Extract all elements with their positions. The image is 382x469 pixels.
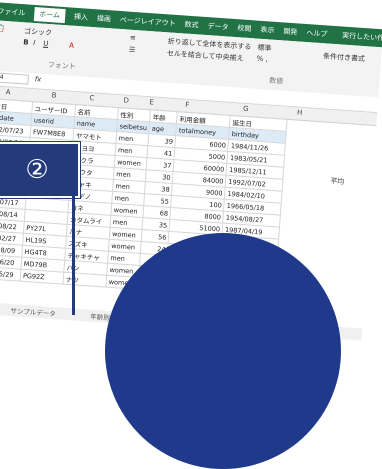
- tab-developer[interactable]: 開発: [283, 26, 298, 37]
- number-format-select[interactable]: 標準: [257, 43, 272, 54]
- column-header[interactable]: G: [243, 105, 249, 113]
- section-font-label: フォント: [47, 61, 76, 71]
- font-name-select[interactable]: ゴシック: [24, 26, 53, 38]
- tab-file[interactable]: ファイル: [0, 6, 26, 18]
- font-color-icon[interactable]: A: [69, 41, 74, 49]
- table-cell[interactable]: 2022/08/09: [0, 241, 23, 258]
- decorative-circle: [105, 233, 341, 469]
- tab-draw[interactable]: 描画: [97, 13, 112, 24]
- callout-line: [72, 194, 75, 315]
- column-header[interactable]: F: [185, 101, 190, 109]
- side-note[interactable]: 平均: [330, 176, 345, 187]
- bold-button[interactable]: B: [23, 38, 29, 46]
- tab-home[interactable]: ホーム: [33, 6, 66, 24]
- column-header[interactable]: D: [123, 96, 129, 104]
- table-cell[interactable]: PG92Z: [20, 269, 64, 285]
- table-cell[interactable]: 2022/05/29: [0, 265, 21, 282]
- column-header[interactable]: B: [51, 91, 56, 99]
- sheet-tab[interactable]: サンプルデータ: [10, 305, 56, 318]
- tab-view[interactable]: 表示: [260, 25, 275, 36]
- align-top-icon[interactable]: ≡: [130, 34, 136, 42]
- paste-icon[interactable]: 📋: [0, 24, 5, 33]
- table-cell[interactable]: 2022/06/20: [0, 253, 22, 270]
- section-number-label: 数値: [268, 76, 284, 86]
- table-cell[interactable]: ナツ: [62, 272, 107, 288]
- step-number: ②: [25, 155, 49, 185]
- column-header[interactable]: A: [5, 88, 10, 96]
- column-header[interactable]: E: [149, 98, 154, 106]
- tab-review[interactable]: 校閲: [237, 23, 252, 34]
- underline-button[interactable]: U: [43, 40, 49, 48]
- step-badge: ②: [0, 142, 80, 198]
- column-header[interactable]: C: [89, 94, 94, 102]
- name-box[interactable]: Z94: [0, 71, 30, 85]
- percent-icon[interactable]: % ,: [256, 55, 268, 64]
- tab-insert[interactable]: 挿入: [74, 12, 89, 23]
- conditional-format-button[interactable]: 条件付き書式: [323, 51, 366, 64]
- align-left-icon[interactable]: ☰: [129, 46, 136, 54]
- fx-icon[interactable]: fx: [34, 75, 41, 83]
- tab-help[interactable]: ヘルプ: [306, 28, 328, 39]
- column-header[interactable]: H: [297, 109, 303, 117]
- tab-formulas[interactable]: 数式: [184, 20, 199, 31]
- italic-button[interactable]: I: [33, 39, 36, 47]
- tab-page-layout[interactable]: ページレイアウト: [120, 15, 176, 29]
- tab-data[interactable]: データ: [207, 21, 229, 32]
